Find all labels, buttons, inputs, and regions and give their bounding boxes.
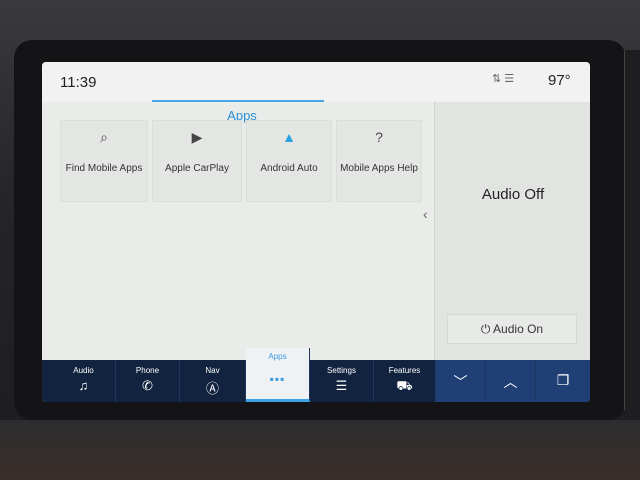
tile-label: Android Auto	[260, 163, 318, 174]
nav-settings[interactable]: Settings ☰	[310, 360, 374, 402]
audio-state-label: Audio Off	[481, 186, 545, 203]
tile-mobile-apps-help[interactable]: ? Mobile Apps Help	[336, 120, 422, 202]
nav-features[interactable]: Features ⛟	[374, 360, 436, 402]
collapse-arrow-icon[interactable]: ‹	[423, 206, 428, 222]
tile-find-mobile-apps[interactable]: ⌕ Find Mobile Apps	[60, 120, 148, 202]
windows-icon: ❐	[556, 372, 570, 388]
apps-header-underline	[152, 100, 324, 102]
dashboard-lower-trim	[0, 420, 640, 480]
help-icon: ?	[375, 129, 383, 145]
chevron-down-icon: ﹀	[453, 374, 468, 390]
nav-audio[interactable]: Audio ♫	[52, 360, 116, 402]
nav-label: Settings	[327, 366, 356, 375]
nav-label: Nav	[205, 366, 220, 375]
audio-on-button[interactable]: ⏻ Audio On	[447, 314, 577, 344]
truck-icon: ⛟	[396, 378, 413, 393]
tile-label: Find Mobile Apps	[65, 163, 143, 174]
music-note-icon: ♫	[78, 378, 89, 393]
scroll-up-button[interactable]: ︿	[486, 360, 536, 402]
outside-temperature: 97°	[548, 72, 571, 89]
play-icon: ▶	[191, 129, 203, 145]
nav-label: Apps	[268, 352, 287, 361]
bottom-nav-bar: Audio ♫ Phone ✆ Nav Ⓐ Apps ▪▪▪ Settings …	[42, 348, 590, 402]
audio-panel: Audio Off ⏻ Audio On	[434, 102, 590, 360]
navigation-icon: Ⓐ	[205, 381, 219, 396]
nav-label: Audio	[73, 366, 94, 375]
tile-apple-carplay[interactable]: ▶ Apple CarPlay	[152, 120, 242, 202]
right-trim	[624, 50, 640, 410]
status-bar: 11:39 ⇅ ☰ 97°	[42, 62, 590, 102]
settings-sliders-icon: ☰	[335, 378, 348, 393]
nav-navigation[interactable]: Nav Ⓐ	[180, 360, 246, 402]
infotainment-screen: 11:39 ⇅ ☰ 97° Apps ⌕ Find Mobile Apps ▶ …	[42, 62, 590, 402]
nav-phone[interactable]: Phone ✆	[116, 360, 180, 402]
scroll-down-button[interactable]: ﹀	[436, 360, 486, 402]
tile-android-auto[interactable]: ▲ Android Auto	[246, 120, 332, 202]
nav-label: Phone	[135, 366, 160, 375]
find-apps-icon: ⌕	[100, 129, 108, 145]
windows-button[interactable]: ❐	[536, 360, 590, 402]
nav-label: Features	[388, 366, 421, 375]
tile-label: Mobile Apps Help	[340, 163, 418, 174]
android-auto-icon: ▲	[282, 129, 296, 145]
tile-label: Apple CarPlay	[165, 163, 229, 174]
connectivity-icons: ⇅ ☰	[492, 73, 515, 85]
nav-apps[interactable]: Apps ▪▪▪	[246, 348, 310, 402]
chevron-up-icon: ︿	[503, 374, 518, 390]
apps-grid-icon: ▪▪▪	[269, 372, 286, 386]
phone-icon: ✆	[142, 378, 153, 393]
clock: 11:39	[60, 74, 97, 91]
